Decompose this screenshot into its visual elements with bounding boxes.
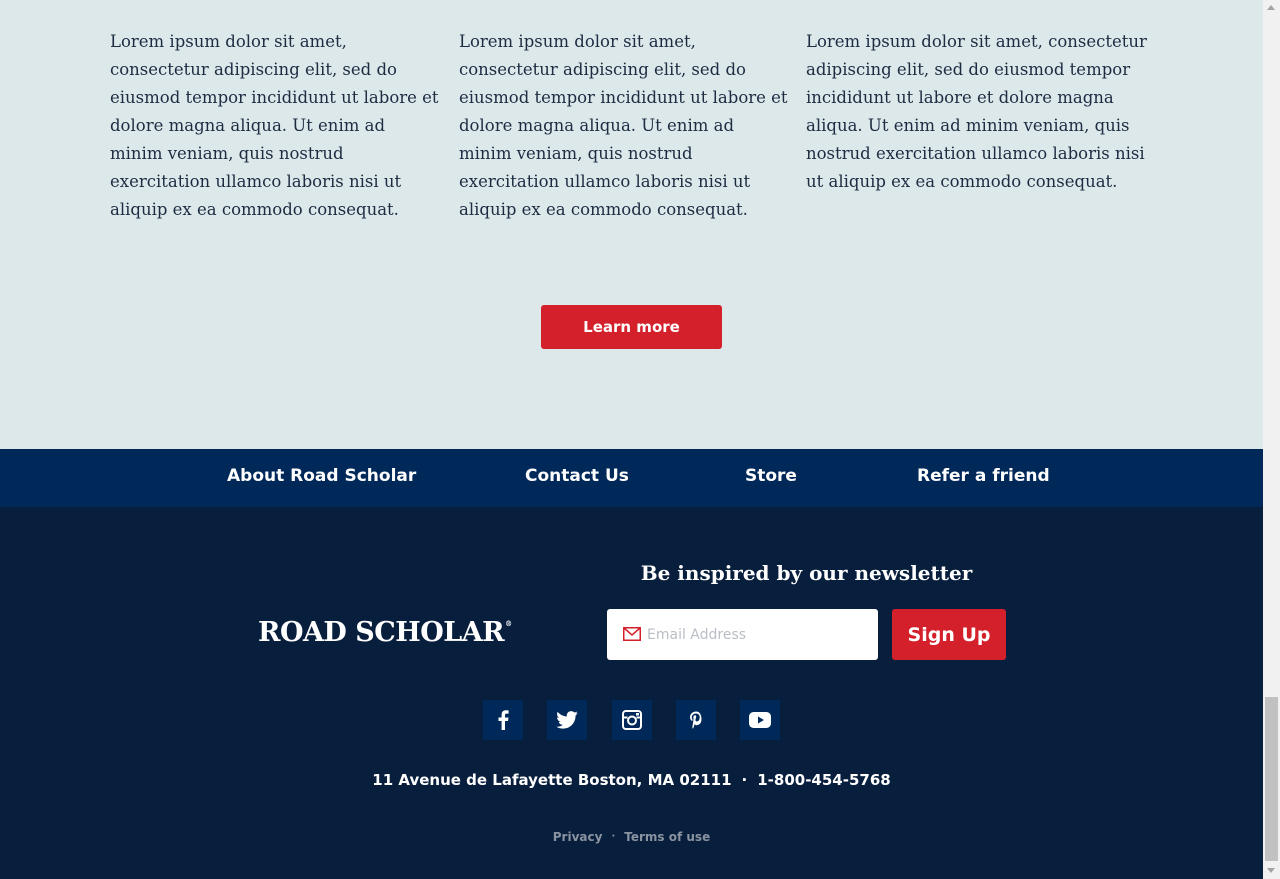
legal-links: Privacy · Terms of use [0, 830, 1263, 844]
scrollbar-thumb[interactable] [1265, 697, 1278, 861]
content-column-3: Lorem ipsum dolor sit amet, consectetur … [806, 32, 1147, 191]
terms-of-use-link[interactable]: Terms of use [624, 830, 710, 844]
pinterest-icon [690, 711, 702, 729]
instagram-icon [622, 710, 642, 730]
email-field-wrapper [607, 609, 878, 660]
nav-store[interactable]: Store [745, 466, 797, 486]
nav-about-road-scholar[interactable]: About Road Scholar [227, 466, 416, 486]
nav-refer-a-friend[interactable]: Refer a friend [917, 466, 1050, 486]
page: Lorem ipsum dolor sit amet, consectetur … [0, 0, 1263, 879]
sign-up-button[interactable]: Sign Up [892, 609, 1006, 660]
registered-mark: ® [505, 619, 512, 628]
content-column-2: Lorem ipsum dolor sit amet, consectetur … [459, 32, 788, 219]
mail-icon [623, 627, 641, 641]
privacy-link[interactable]: Privacy [553, 830, 603, 844]
vertical-scrollbar[interactable] [1263, 0, 1280, 879]
road-scholar-logo[interactable]: ROAD SCHOLAR® [258, 617, 512, 648]
pinterest-link[interactable] [676, 700, 716, 740]
logo-text: ROAD SCHOLAR [258, 617, 505, 648]
nav-contact-us[interactable]: Contact Us [525, 466, 629, 486]
facebook-icon [498, 710, 509, 730]
youtube-icon [749, 712, 771, 728]
contact-line: 11 Avenue de Lafayette Boston, MA 02111 ·… [0, 771, 1263, 789]
legal-separator: · [611, 831, 616, 842]
address-separator: · [741, 771, 748, 789]
learn-more-button[interactable]: Learn more [541, 305, 722, 349]
phone-link[interactable]: 1-800-454-5768 [757, 771, 890, 789]
twitter-icon [556, 711, 578, 729]
newsletter-title: Be inspired by our newsletter [640, 561, 973, 585]
email-input[interactable] [647, 609, 872, 660]
address-text: 11 Avenue de Lafayette Boston, MA 02111 [372, 771, 732, 789]
instagram-link[interactable] [612, 700, 652, 740]
facebook-link[interactable] [483, 700, 523, 740]
scroll-up-arrow-icon[interactable] [1267, 5, 1275, 10]
content-column-1: Lorem ipsum dolor sit amet, consectetur … [110, 32, 439, 219]
twitter-link[interactable] [547, 700, 587, 740]
youtube-link[interactable] [740, 700, 780, 740]
footer: ROAD SCHOLAR® Be inspired by our newslet… [0, 507, 1263, 879]
content-section: Lorem ipsum dolor sit amet, consectetur … [0, 0, 1263, 449]
scroll-down-arrow-icon[interactable] [1267, 868, 1275, 873]
footer-nav: About Road Scholar Contact Us Store Refe… [0, 449, 1263, 507]
